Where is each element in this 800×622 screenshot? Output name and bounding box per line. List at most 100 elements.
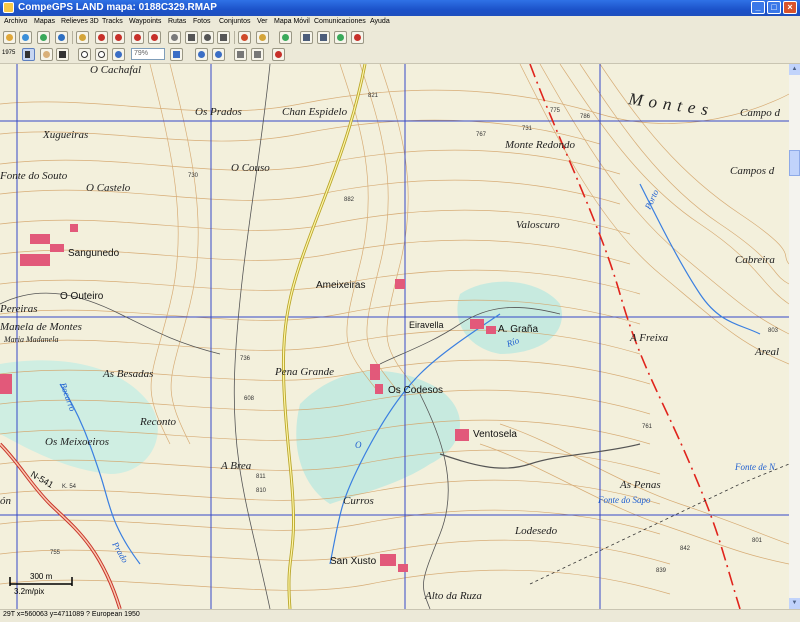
menu-archivo[interactable]: Archivo [4, 18, 27, 25]
spot-height: 839 [656, 568, 667, 574]
scale-distance: 300 m [30, 572, 53, 581]
map-settings-button[interactable] [55, 31, 68, 44]
spot-height: 736 [240, 356, 251, 362]
spot-height: 810 [256, 488, 267, 494]
road-label: K. 54 [62, 484, 77, 490]
scale-resolution: 3.2m/pix [14, 587, 45, 596]
stop-button[interactable] [185, 31, 198, 44]
scroll-thumb[interactable] [789, 150, 800, 176]
scroll-down-icon[interactable]: ▼ [789, 598, 800, 609]
play-button[interactable] [201, 31, 214, 44]
spot-height: 730 [188, 173, 199, 179]
zoom-in-button[interactable] [78, 48, 91, 61]
main-toolbar [0, 29, 800, 47]
select-tool-button[interactable] [22, 48, 35, 61]
map-options-button[interactable] [37, 31, 50, 44]
place-label: San Xusto [330, 556, 377, 567]
place-label: Lodesedo [514, 525, 558, 537]
vertical-scrollbar[interactable]: ▲ ▼ [789, 64, 800, 609]
place-label: O Cachafal [90, 64, 141, 76]
place-label: As Besadas [102, 368, 153, 380]
title-bar: CompeGPS LAND mapa: 0188C329.RMAP _ □ × [0, 0, 800, 16]
map-canvas[interactable]: O Cachafal Os Prados Chan Espidelo Xugue… [0, 64, 789, 609]
menu-rutas[interactable]: Rutas [168, 18, 186, 25]
toolbar-separator [234, 31, 235, 44]
place-label: Campo d [740, 107, 781, 119]
new-track-button[interactable] [95, 31, 108, 44]
new-route-button[interactable] [131, 31, 144, 44]
panel-left-button[interactable] [300, 31, 313, 44]
minimize-button[interactable]: _ [751, 1, 765, 14]
place-label: Alto da Ruza [424, 590, 482, 602]
app-icon [3, 2, 14, 13]
menu-comunicaciones[interactable]: Comunicaciones [314, 18, 366, 25]
compass-button[interactable] [195, 48, 208, 61]
menu-relieves-3d[interactable]: Relieves 3D [61, 18, 99, 25]
place-label: Reconto [139, 416, 177, 428]
menu-fotos[interactable]: Fotos [193, 18, 211, 25]
spot-height: 882 [344, 197, 355, 203]
place-label: O Outeiro [60, 291, 104, 302]
close-button[interactable]: × [783, 1, 797, 14]
grid-button[interactable] [234, 48, 247, 61]
spot-height: 608 [244, 396, 255, 402]
menu-tracks[interactable]: Tracks [102, 18, 123, 25]
map-list-button[interactable] [19, 31, 32, 44]
spot-height: 842 [680, 546, 691, 552]
waypoint-button[interactable] [238, 31, 251, 44]
place-label: Ameixeiras [316, 280, 365, 291]
search-waypoint-button[interactable] [256, 31, 269, 44]
streams [59, 183, 761, 565]
pause-button[interactable] [217, 31, 230, 44]
zoom-out-button[interactable] [95, 48, 108, 61]
window-title: CompeGPS LAND mapa: 0188C329.RMAP [18, 2, 217, 13]
open-map-button[interactable] [3, 31, 16, 44]
place-label: Os Prados [195, 106, 242, 118]
menu-mapas[interactable]: Mapas [34, 18, 55, 25]
info-tool-button[interactable] [56, 48, 69, 61]
zoom-window-button[interactable] [112, 48, 125, 61]
place-label: Os Meixoeiros [45, 436, 109, 448]
menu-ayuda[interactable]: Ayuda [370, 18, 390, 25]
ruler-button[interactable] [170, 48, 183, 61]
menu-mapa-movil[interactable]: Mapa Móvil [274, 18, 310, 25]
menu-ver[interactable]: Ver [257, 18, 268, 25]
spot-height: 761 [642, 424, 653, 430]
menu-conjuntos[interactable]: Conjuntos [219, 18, 251, 25]
place-label: Areal [754, 346, 779, 358]
zoom-select[interactable]: 79% [131, 48, 165, 60]
place-label: Monte Redondo [504, 139, 575, 151]
map-scale: 300 m 3.2m/pix [2, 572, 76, 604]
place-label: Fonte do Souto [0, 170, 68, 182]
hand-tool-button[interactable] [40, 48, 53, 61]
spot-height: 786 [580, 114, 591, 120]
link-tool-button[interactable] [272, 48, 285, 61]
panel-right-button[interactable] [317, 31, 330, 44]
gps-button[interactable] [279, 31, 292, 44]
status-bar: 29T x=560063 y=4711089 ? European 1950 [0, 609, 800, 622]
magnet-button[interactable] [351, 31, 364, 44]
track-options-button[interactable] [112, 31, 125, 44]
maximize-button[interactable]: □ [767, 1, 781, 14]
place-label: Xugueiras [42, 129, 88, 141]
spot-height: 821 [368, 93, 379, 99]
scroll-up-icon[interactable]: ▲ [789, 64, 800, 75]
place-label: Maria Madanela [3, 335, 58, 344]
place-label: ón [0, 495, 12, 507]
water-label: O [355, 440, 362, 450]
place-label: Curros [343, 495, 374, 507]
spot-height: 755 [50, 550, 61, 556]
place-label: O Castelo [86, 182, 131, 194]
3d-view-button[interactable] [334, 31, 347, 44]
menu-waypoints[interactable]: Waypoints [129, 18, 161, 25]
profile-button[interactable] [168, 31, 181, 44]
place-label: A Freixa [629, 332, 669, 344]
layers-button[interactable] [212, 48, 225, 61]
place-label: Campos d [730, 165, 775, 177]
place-label: Os Codesos [388, 385, 443, 396]
map-info-button[interactable] [251, 48, 264, 61]
place-label: Valoscuro [516, 219, 560, 231]
measure-button[interactable] [76, 31, 89, 44]
menu-bar: Archivo Mapas Relieves 3D Tracks Waypoin… [0, 16, 800, 29]
route-options-button[interactable] [148, 31, 161, 44]
